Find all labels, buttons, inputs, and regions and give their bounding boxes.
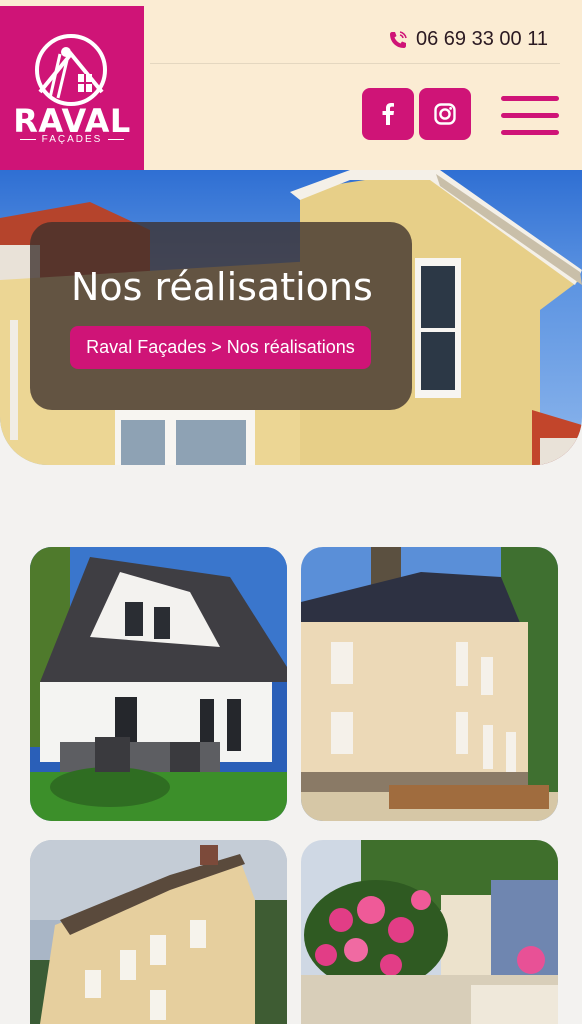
phone-number: 06 69 33 00 11 — [416, 28, 548, 50]
house-photo-3 — [30, 840, 287, 1024]
facebook-button[interactable] — [362, 88, 414, 140]
gallery-tile[interactable] — [301, 547, 558, 821]
gallery-tile[interactable] — [30, 840, 287, 1024]
hamburger-icon[interactable] — [501, 96, 559, 140]
facebook-icon — [382, 103, 394, 125]
house-photo-1 — [30, 547, 287, 821]
page-title: Nos réalisations — [71, 265, 373, 309]
phone-link[interactable]: 06 69 33 00 11 — [388, 28, 548, 51]
phone-icon — [390, 30, 407, 48]
hero-overlay-card — [30, 222, 412, 410]
roses-photo-4 — [301, 840, 558, 1024]
breadcrumb[interactable]: Raval Façades > Nos réalisations — [70, 326, 371, 369]
gallery-tile[interactable] — [301, 840, 558, 1024]
house-photo-2 — [301, 547, 558, 821]
instagram-icon — [434, 103, 456, 125]
header-divider — [150, 63, 560, 64]
logo-emblem-icon — [35, 34, 107, 106]
logo[interactable]: RAVAL FAÇADES — [0, 6, 144, 170]
site-header: RAVAL FAÇADES 06 69 33 00 11 — [0, 0, 582, 170]
logo-sub: FAÇADES — [0, 134, 144, 145]
gallery-tile[interactable] — [30, 547, 287, 821]
instagram-button[interactable] — [419, 88, 471, 140]
